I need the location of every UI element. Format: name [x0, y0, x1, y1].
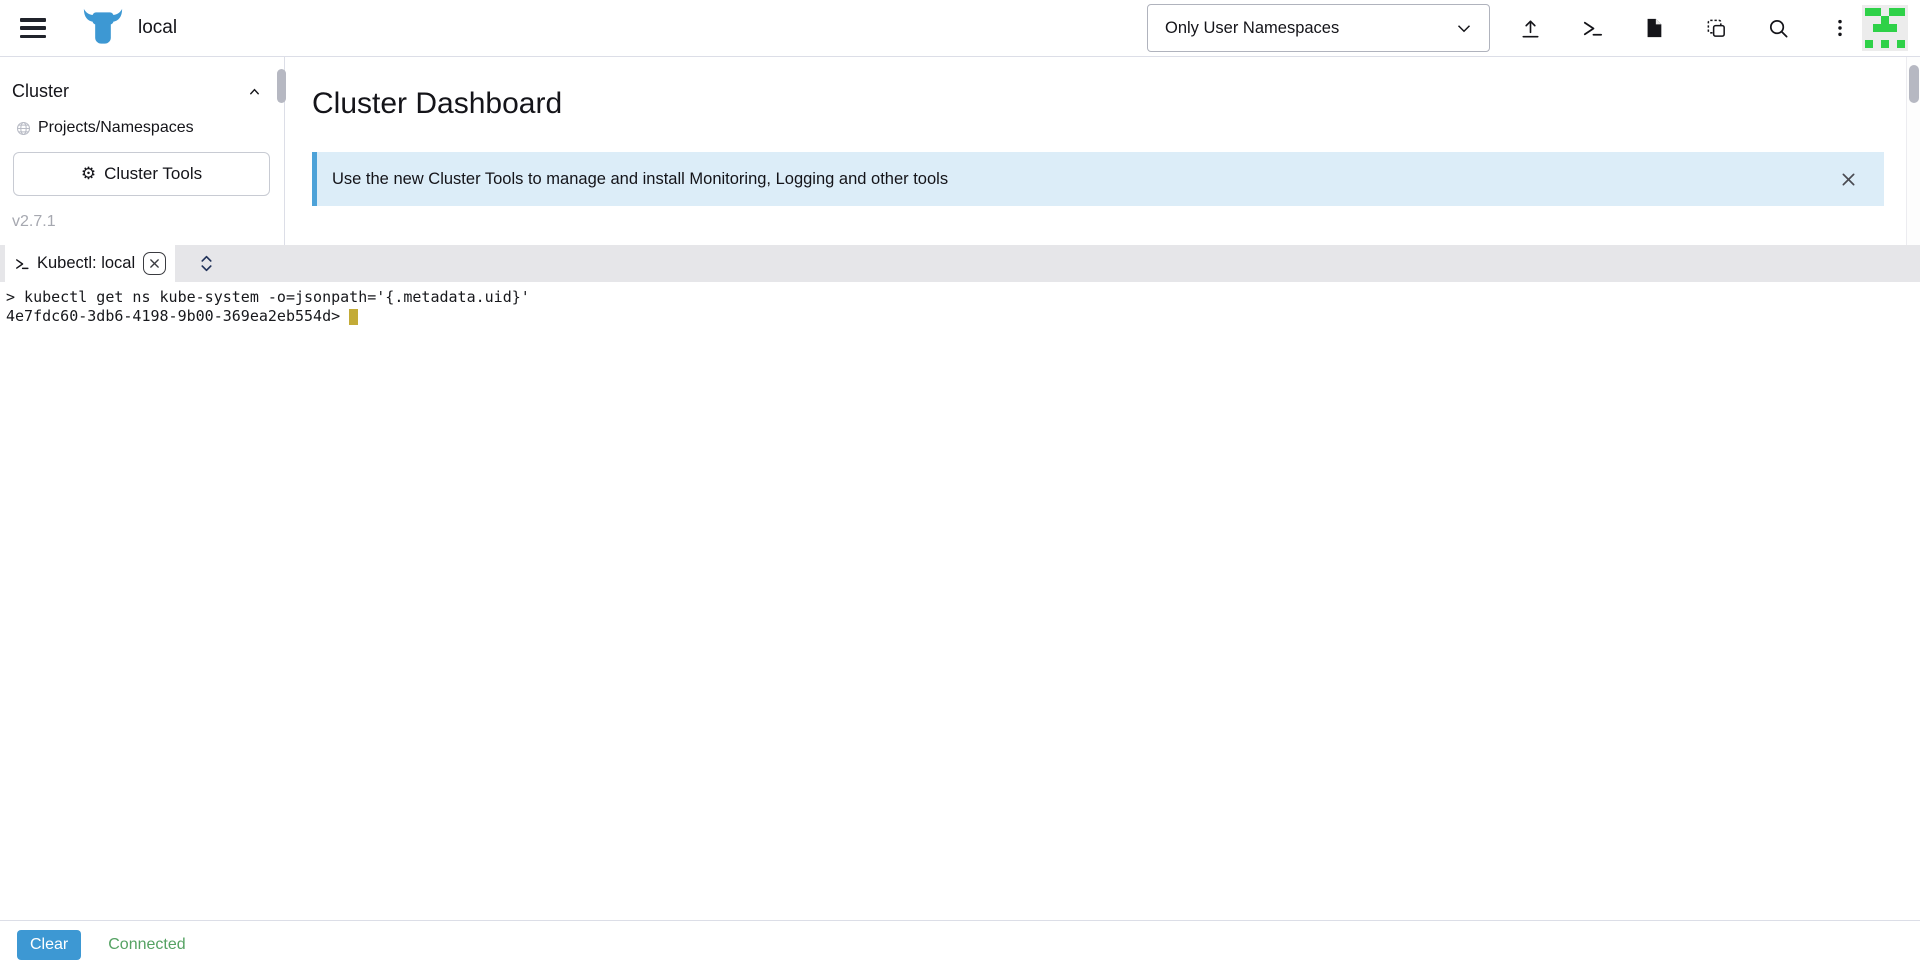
sidebar-item-label: Projects/Namespaces [38, 119, 194, 137]
info-banner: Use the new Cluster Tools to manage and … [312, 152, 1884, 206]
kubectl-terminal-panel: Kubectl: local > kubectl get ns kube-sys… [0, 245, 1920, 969]
namespace-filter-select[interactable]: Only User Namespaces [1147, 4, 1490, 52]
clear-button[interactable]: Clear [17, 930, 81, 960]
main-content: Cluster Dashboard Use the new Cluster To… [286, 57, 1906, 245]
kubectl-shell-icon[interactable] [1572, 8, 1612, 48]
terminal-tab-label: Kubectl: local [37, 254, 135, 273]
rancher-logo[interactable] [82, 7, 124, 49]
namespace-filter-value: Only User Namespaces [1165, 19, 1453, 38]
main-scrollbar [1906, 57, 1920, 245]
terminal-output[interactable]: > kubectl get ns kube-system -o=jsonpath… [0, 282, 1920, 920]
chevron-down-icon [1453, 17, 1475, 39]
shell-prompt-icon [15, 257, 29, 271]
sidebar: Cluster Projects/Namespaces ⚙ Cluster To… [0, 57, 285, 245]
cow-icon [82, 8, 124, 48]
terminal-footer: Clear Connected [0, 920, 1920, 969]
cluster-tools-label: Cluster Tools [104, 164, 202, 184]
header-actions [1510, 8, 1860, 48]
banner-close-icon[interactable] [1836, 167, 1860, 191]
top-header: local Only User Namespaces [0, 0, 1920, 57]
app-window: local Only User Namespaces [0, 0, 1920, 969]
avatar-identicon[interactable] [1862, 5, 1908, 51]
globe-icon [16, 121, 31, 136]
chevron-up-icon[interactable] [247, 84, 262, 99]
terminal-tab-close-icon[interactable] [143, 252, 166, 275]
page-title: Cluster Dashboard [312, 87, 1884, 121]
terminal-line: > kubectl get ns kube-system -o=jsonpath… [6, 288, 1920, 307]
terminal-tab-kubectl-local[interactable]: Kubectl: local [5, 245, 175, 282]
sidebar-item-projects-namespaces[interactable]: Projects/Namespaces [0, 119, 284, 137]
upload-icon[interactable] [1510, 8, 1550, 48]
terminal-prompt-line: 4e7fdc60-3db6-4198-9b00-369ea2eb554d> [6, 307, 1920, 326]
cluster-tools-button[interactable]: ⚙ Cluster Tools [13, 152, 270, 196]
info-banner-text: Use the new Cluster Tools to manage and … [332, 170, 948, 189]
version-label: v2.7.1 [12, 213, 284, 231]
terminal-tabbar: Kubectl: local [0, 245, 1920, 282]
kebab-menu-icon[interactable] [1820, 8, 1860, 48]
connection-status: Connected [108, 936, 185, 954]
copy-config-icon[interactable] [1696, 8, 1736, 48]
sidebar-scrollbar-thumb[interactable] [277, 69, 286, 103]
docs-icon[interactable] [1634, 8, 1674, 48]
cluster-name: local [138, 17, 177, 39]
main-scrollbar-thumb[interactable] [1909, 65, 1919, 103]
panel-expand-icon[interactable] [194, 252, 218, 276]
sidebar-section-cluster[interactable]: Cluster [0, 57, 284, 102]
search-icon[interactable] [1758, 8, 1798, 48]
menu-icon[interactable] [20, 18, 46, 38]
gear-icon: ⚙ [81, 166, 96, 183]
terminal-cursor [349, 309, 358, 325]
sidebar-section-label: Cluster [12, 81, 69, 102]
